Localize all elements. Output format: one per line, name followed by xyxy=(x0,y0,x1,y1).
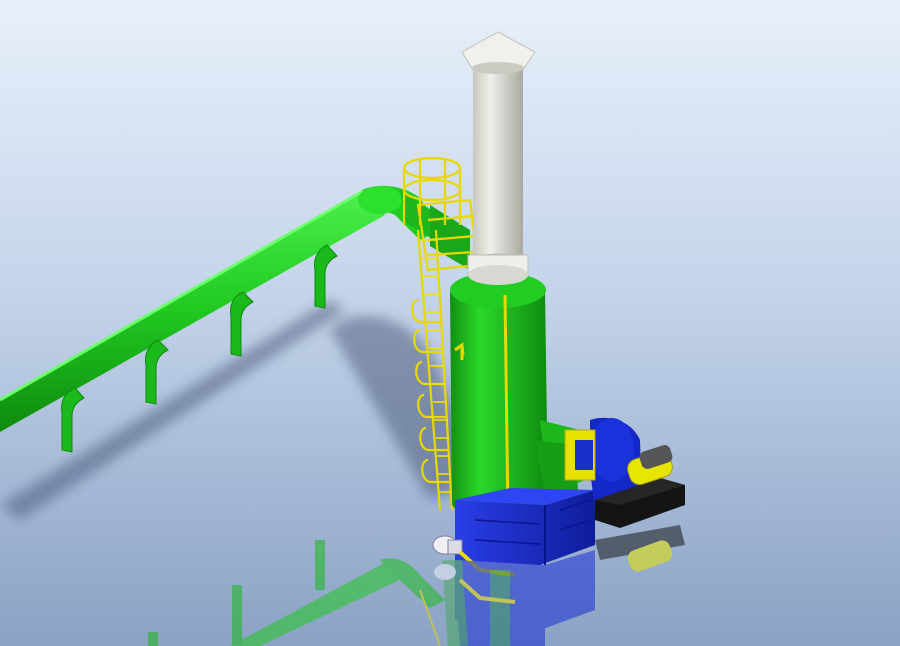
exhaust-stack-icon xyxy=(467,68,529,285)
scene-svg xyxy=(0,0,900,646)
3d-render-viewport xyxy=(0,0,900,646)
